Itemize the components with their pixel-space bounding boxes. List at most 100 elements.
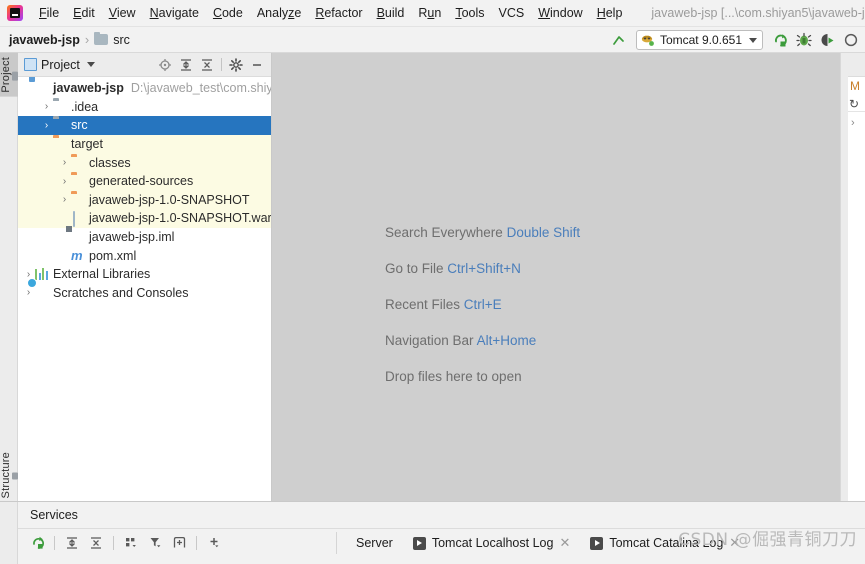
hint-shortcut: Ctrl+Shift+N xyxy=(447,261,521,276)
tree-label: classes xyxy=(89,156,131,170)
chevron-expanded-icon[interactable]: ⱟ xyxy=(22,83,35,94)
hint-shortcut: Alt+Home xyxy=(477,333,537,348)
expand-all-icon[interactable] xyxy=(176,55,196,75)
hint-action: Navigation Bar xyxy=(385,333,474,348)
tool-window-button-structure[interactable]: Structure xyxy=(0,448,18,502)
more-toolbar-icon[interactable] xyxy=(841,29,863,51)
tree-row-javaweb-jsp[interactable]: ⱟ javaweb-jsp D:\javaweb_test\com.shiy xyxy=(18,79,271,98)
add-icon[interactable] xyxy=(203,532,225,554)
minimize-icon[interactable] xyxy=(247,55,267,75)
menu-build[interactable]: Build xyxy=(370,3,412,23)
navigation-bar: javaweb-jsp › src Tomcat 9.0.651 xyxy=(0,27,865,53)
close-icon[interactable]: ✕ xyxy=(559,535,570,551)
locate-icon[interactable] xyxy=(155,55,175,75)
intellij-logo-icon xyxy=(7,5,23,21)
tab-tomcat-localhost-log[interactable]: Tomcat Localhost Log ✕ xyxy=(403,529,581,557)
menu-refactor[interactable]: Refactor xyxy=(308,3,369,23)
project-panel-toolbar xyxy=(155,55,271,75)
hint-action: Search Everywhere xyxy=(385,225,503,240)
new-tab-icon[interactable] xyxy=(168,532,190,554)
menu-vcs[interactable]: VCS xyxy=(492,3,532,23)
project-panel-title: Project xyxy=(41,58,80,72)
run-icon[interactable] xyxy=(769,29,791,51)
watermark: CSDN @倔强青铜刀刀 xyxy=(678,525,857,550)
back-arrow-icon[interactable] xyxy=(608,29,630,51)
menu-help[interactable]: Help xyxy=(590,3,630,23)
tree-row-pom-xml[interactable]: › m pom.xml xyxy=(18,246,271,265)
hint-recent-files: Recent Files Ctrl+E xyxy=(385,297,580,312)
maven-panel-body: M ↻ › xyxy=(848,77,865,527)
services-server-label: Server xyxy=(348,529,403,557)
tree-row-src[interactable]: › src xyxy=(18,116,271,135)
breadcrumb: javaweb-jsp › src xyxy=(0,32,130,47)
project-tree[interactable]: ⱟ javaweb-jsp D:\javaweb_test\com.shiy ›… xyxy=(18,77,271,516)
tree-label: javaweb-jsp xyxy=(53,81,124,95)
module-path: D:\javaweb_test\com.shiy xyxy=(131,81,271,95)
tree-row-scratches[interactable]: › Scratches and Consoles xyxy=(18,284,271,303)
project-icon xyxy=(24,58,37,71)
toolbar-divider xyxy=(221,58,222,71)
chevron-expanded-icon[interactable]: ⱟ xyxy=(40,139,53,150)
tree-row-snapshot-folder[interactable]: › javaweb-jsp-1.0-SNAPSHOT xyxy=(18,191,271,210)
refresh-icon[interactable]: ↻ xyxy=(848,93,865,111)
menu-tools[interactable]: Tools xyxy=(448,3,491,23)
menu-window[interactable]: Window xyxy=(531,3,589,23)
hint-shortcut: Double Shift xyxy=(507,225,581,240)
chevron-down-icon[interactable] xyxy=(87,62,95,67)
tree-label: src xyxy=(71,118,88,132)
breadcrumb-node[interactable]: src xyxy=(113,33,130,47)
tomcat-icon xyxy=(641,34,655,47)
menu-view[interactable]: View xyxy=(102,3,143,23)
tree-label: javaweb-jsp-1.0-SNAPSHOT.war xyxy=(89,211,271,225)
chevron-right-icon[interactable]: › xyxy=(58,194,71,205)
chevron-right-icon[interactable]: › xyxy=(58,176,71,187)
chevron-right-icon[interactable]: › xyxy=(58,157,71,168)
menu-run[interactable]: Run xyxy=(411,3,448,23)
right-tool-window-strip[interactable] xyxy=(840,53,848,527)
rerun-icon[interactable] xyxy=(26,532,48,554)
debug-icon[interactable] xyxy=(793,29,815,51)
menu-analyze[interactable]: Analyze xyxy=(250,3,308,23)
settings-gear-icon[interactable] xyxy=(226,55,246,75)
services-title: Services xyxy=(30,508,78,522)
editor-empty-area[interactable]: Search Everywhere Double Shift Go to Fil… xyxy=(272,53,840,527)
toolbar-divider xyxy=(54,536,55,550)
menu-edit[interactable]: Edit xyxy=(66,3,102,23)
chevron-right-icon[interactable]: › xyxy=(40,120,53,131)
menu-navigate[interactable]: Navigate xyxy=(143,3,206,23)
collapse-all-icon[interactable] xyxy=(197,55,217,75)
chevron-down-icon[interactable] xyxy=(749,38,757,43)
editor-hints: Search Everywhere Double Shift Go to Fil… xyxy=(385,225,580,384)
menu-code[interactable]: Code xyxy=(206,3,250,23)
maven-tool-window[interactable]: M ↻ › xyxy=(848,53,865,527)
expand-all-icon[interactable] xyxy=(61,532,83,554)
tree-row-war-file[interactable]: › javaweb-jsp-1.0-SNAPSHOT.war xyxy=(18,209,271,228)
filter-icon[interactable] xyxy=(144,532,166,554)
menu-file[interactable]: File xyxy=(32,3,66,23)
breadcrumb-project[interactable]: javaweb-jsp xyxy=(9,33,80,47)
tree-row-iml-file[interactable]: › javaweb-jsp.iml xyxy=(18,228,271,247)
maven-panel-header xyxy=(848,53,865,77)
tree-row-generated-sources[interactable]: › generated-sources xyxy=(18,172,271,191)
maven-tree-row[interactable]: › xyxy=(848,111,865,129)
ide-window: File Edit View Navigate Code Analyze Ref… xyxy=(0,0,865,564)
collapse-all-icon[interactable] xyxy=(85,532,107,554)
chevron-right-icon[interactable]: › xyxy=(40,101,53,112)
run-configuration-selector[interactable]: Tomcat 9.0.651 xyxy=(636,30,763,50)
hint-action: Recent Files xyxy=(385,297,460,312)
tree-row-target[interactable]: ⱟ target xyxy=(18,135,271,154)
run-with-coverage-icon[interactable] xyxy=(817,29,839,51)
tree-row-classes[interactable]: › classes xyxy=(18,153,271,172)
tree-label: Scratches and Consoles xyxy=(53,286,189,300)
tree-label: generated-sources xyxy=(89,174,193,188)
tree-row-idea[interactable]: › .idea xyxy=(18,98,271,117)
tool-window-label-project: Project xyxy=(0,53,12,97)
group-by-icon[interactable] xyxy=(120,532,142,554)
hint-action: Drop files here to open xyxy=(385,369,522,384)
tree-row-external-libraries[interactable]: › External Libraries xyxy=(18,265,271,284)
tree-label: javaweb-jsp-1.0-SNAPSHOT xyxy=(89,193,249,207)
war-file-icon xyxy=(73,211,75,227)
chevron-right-icon[interactable]: › xyxy=(22,287,35,298)
hint-action: Go to File xyxy=(385,261,444,276)
tool-window-button-project[interactable]: Project xyxy=(0,53,18,97)
